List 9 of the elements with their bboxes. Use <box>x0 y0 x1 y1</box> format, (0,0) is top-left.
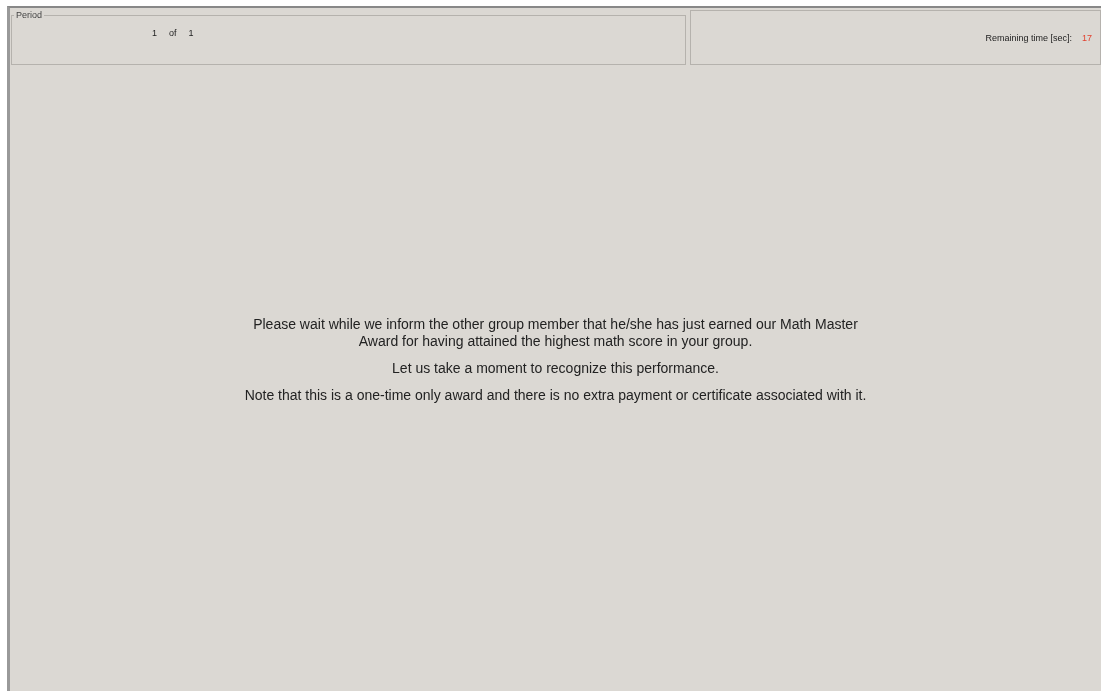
period-current: 1 <box>152 28 157 38</box>
timer-value: 17 <box>1082 32 1092 43</box>
period-separator: of <box>169 28 177 38</box>
timer-label: Remaining time [sec]: <box>985 32 1072 43</box>
message-paragraph: Please wait while we inform the other group member that he/she has just earned our Math Master Award for having attained the highest math score in your group. <box>252 316 859 350</box>
period-legend: Period <box>14 10 44 20</box>
message-paragraph: Let us take a moment to recognize this performance. <box>391 360 720 377</box>
message-paragraph: Note that this is a one-time only award and there is no extra payment or certificate associated with it. <box>243 387 868 404</box>
period-total: 1 <box>188 28 194 38</box>
